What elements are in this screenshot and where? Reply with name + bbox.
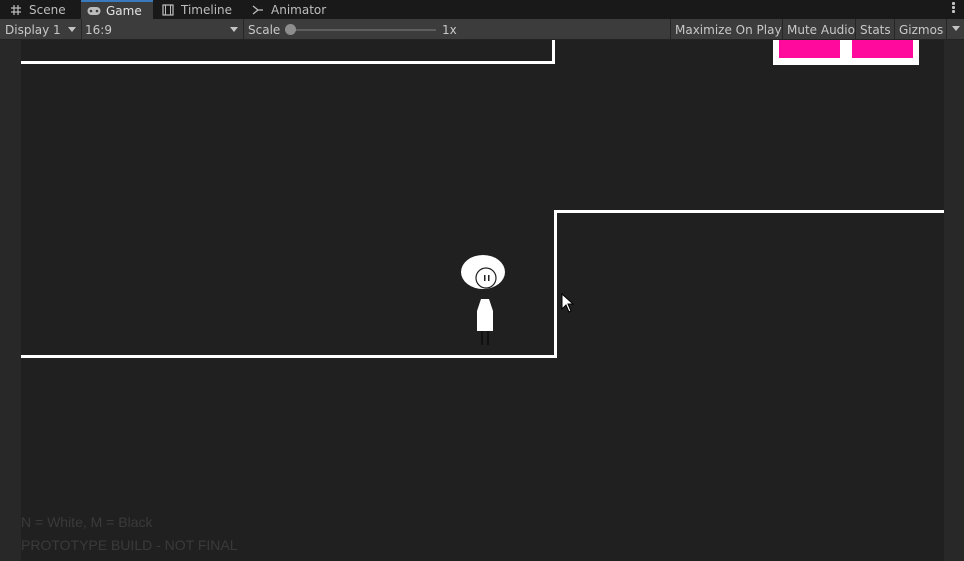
tab-animator[interactable]: Animator [252,0,332,19]
gizmos-button[interactable]: Gizmos [894,19,946,40]
player-character [461,255,505,345]
cursor-icon [561,293,575,313]
hud-panel [773,40,919,65]
viewport-left-gutter [0,40,21,561]
maximize-on-play-button[interactable]: Maximize On Play [670,19,786,40]
tab-game-label: Game [106,3,142,18]
controls-hint: N = White, M = Black [21,514,153,530]
tab-game[interactable]: Game [81,0,153,19]
mute-audio-button[interactable]: Mute Audio [782,19,859,40]
chevron-down-icon [230,27,238,32]
tab-timeline-label: Timeline [181,2,233,17]
gizmos-label: Gizmos [899,22,944,37]
divider [243,19,244,40]
build-label: PROTOTYPE BUILD - NOT FINAL [21,537,238,553]
tab-scene[interactable]: Scene [0,0,78,19]
chevron-down-icon [68,27,76,32]
display-dropdown-label: Display 1 [5,22,61,37]
divider [81,19,82,40]
aspect-dropdown[interactable]: 16:9 [85,20,242,39]
gamepad-icon [87,5,101,17]
mute-audio-label: Mute Audio [787,22,855,37]
tab-timeline[interactable]: Timeline [160,0,248,19]
game-toolbar: Display 1 16:9 Scale 1x Maximize On Play… [0,19,964,40]
chevron-down-icon [952,26,960,31]
scale-value: 1x [442,20,457,39]
wall-top-left [552,40,555,64]
viewport-right-gutter [944,40,964,561]
maximize-on-play-label: Maximize On Play [675,22,782,37]
gizmos-dropdown[interactable] [946,19,964,40]
stats-button[interactable]: Stats [855,19,895,40]
aspect-dropdown-label: 16:9 [85,22,112,37]
tab-scene-label: Scene [29,2,66,17]
more-options-icon[interactable] [952,2,956,16]
scale-label-text: Scale [248,22,281,37]
tab-animator-label: Animator [271,2,327,17]
platform-top-left [21,61,555,64]
scale-label: Scale [248,20,280,39]
game-viewport[interactable] [21,40,944,561]
floor-platform [21,355,557,358]
hud-block-right [852,40,913,58]
display-dropdown[interactable]: Display 1 [5,20,80,39]
ledge-top [554,210,944,213]
scale-value-text: 1x [442,22,457,37]
hud-block-left [779,40,840,58]
stats-label: Stats [860,22,891,37]
scale-slider-track[interactable] [291,29,436,31]
ledge-wall [554,210,557,358]
film-icon [162,3,176,16]
scale-slider-handle[interactable] [285,24,296,35]
grid-icon [10,4,24,16]
animator-icon [252,4,266,16]
window-tab-bar: Scene Game Timeline Animator [0,0,964,19]
